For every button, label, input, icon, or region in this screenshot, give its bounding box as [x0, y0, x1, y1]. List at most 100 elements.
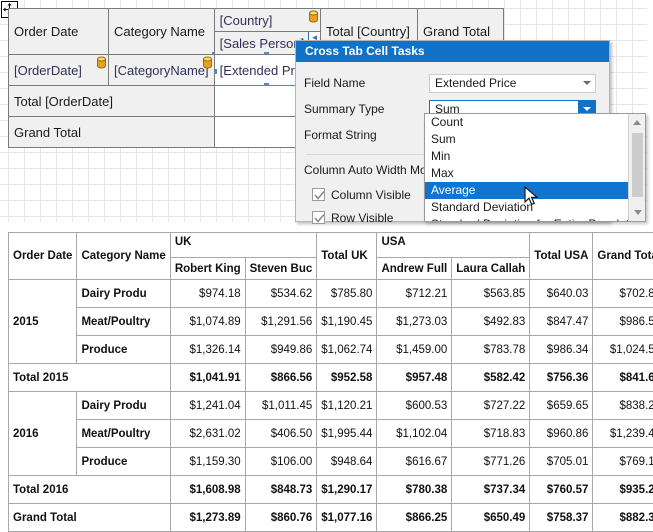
- table-cell-value: $1,077.16: [317, 504, 377, 532]
- table-cell-value: $1,273.89: [170, 504, 245, 532]
- table-cell-value: $492.83: [452, 308, 530, 336]
- table-cell-value: $640.03: [530, 280, 593, 308]
- table-cell-value: $406.50: [245, 420, 317, 448]
- table-cell-value: $1,995.44: [317, 420, 377, 448]
- table-row: 2015Dairy Produ$974.18$534.62$785.80$712…: [9, 280, 653, 308]
- table-cell-value: $1,011.45: [245, 392, 317, 420]
- summary-type-label: Summary Type: [304, 102, 429, 116]
- crosstab-preview-area: Order Date Category Name UK Total UK USA…: [0, 222, 653, 500]
- dropdown-item[interactable]: Min: [425, 148, 628, 165]
- table-cell-value: $1,159.30: [170, 448, 245, 476]
- table-cell-value: $712.21: [377, 280, 452, 308]
- table-cell-value: $974.18: [170, 280, 245, 308]
- table-cell-value: $866.56: [245, 364, 317, 392]
- column-visible-checkbox[interactable]: [312, 188, 325, 201]
- table-cell-value: $1,608.98: [170, 476, 245, 504]
- smart-tag-database-icon[interactable]: [202, 56, 213, 69]
- designer-cell-country-field[interactable]: [Country]: [214, 9, 320, 32]
- row-category-label: Dairy Produ: [77, 392, 170, 420]
- preview-header-row-1: Order Date Category Name UK Total UK USA…: [9, 233, 653, 258]
- table-cell-value: $534.62: [245, 280, 317, 308]
- table-cell-value: $1,120.21: [317, 392, 377, 420]
- row-year-label: 2015: [9, 280, 77, 364]
- field-name-combobox[interactable]: Extended Price: [429, 74, 596, 93]
- field-name-value: Extended Price: [435, 76, 516, 90]
- table-cell-value: $882.35: [593, 504, 653, 532]
- resize-handle[interactable]: [214, 69, 217, 74]
- row-category-label: Produce: [77, 336, 170, 364]
- table-cell-value: $838.23: [593, 392, 653, 420]
- designer-cell-orderdate-field[interactable]: [OrderDate]: [9, 55, 109, 86]
- table-cell-value: $847.47: [530, 308, 593, 336]
- table-cell-value: $1,062.74: [317, 336, 377, 364]
- header-category-name: Category Name: [77, 233, 170, 280]
- table-cell-value: $769.12: [593, 448, 653, 476]
- table-cell-value: $718.83: [452, 420, 530, 448]
- table-cell-value: $1,102.04: [377, 420, 452, 448]
- row-total-label: Grand Total: [9, 504, 171, 532]
- table-cell-value: $785.80: [317, 280, 377, 308]
- table-cell-value: $756.36: [530, 364, 593, 392]
- table-cell-value: $1,190.45: [317, 308, 377, 336]
- row-visible-checkbox[interactable]: [312, 211, 325, 224]
- dropdown-item[interactable]: Max: [425, 165, 628, 182]
- chevron-down-icon[interactable]: [578, 75, 595, 92]
- row-year-label: 2016: [9, 392, 77, 476]
- crosstab-preview-table[interactable]: Order Date Category Name UK Total UK USA…: [8, 232, 653, 532]
- table-cell-value: $1,291.56: [245, 308, 317, 336]
- table-cell-value: $2,631.02: [170, 420, 245, 448]
- smart-tag-database-icon[interactable]: [308, 10, 319, 23]
- format-string-label: Format String: [304, 128, 429, 142]
- designer-cell-order-date-title[interactable]: Order Date: [9, 9, 109, 55]
- dropdown-item[interactable]: Count: [425, 114, 628, 131]
- table-cell-value: $727.22: [452, 392, 530, 420]
- table-cell-value: $866.25: [377, 504, 452, 532]
- table-cell-value: $1,239.40: [593, 420, 653, 448]
- row-visible-label: Row Visible: [331, 211, 393, 225]
- table-cell-value: $650.49: [452, 504, 530, 532]
- smart-tag-database-icon[interactable]: [96, 56, 107, 69]
- table-row: Total 2016$1,608.98$848.73$1,290.17$780.…: [9, 476, 653, 504]
- table-cell-value: $957.48: [377, 364, 452, 392]
- dropdown-item[interactable]: Standard Deviation for Entire Population: [425, 216, 628, 222]
- table-cell-value: $952.58: [317, 364, 377, 392]
- row-category-label: Meat/Poultry: [77, 308, 170, 336]
- table-cell-value: $1,241.04: [170, 392, 245, 420]
- table-cell-value: $935.23: [593, 476, 653, 504]
- designer-cell-categoryname-field[interactable]: [CategoryName]: [109, 55, 215, 86]
- table-cell-value: $758.37: [530, 504, 593, 532]
- scroll-down-icon[interactable]: [629, 204, 646, 221]
- header-total-usa: Total USA: [530, 233, 593, 280]
- row-category-label: Produce: [77, 448, 170, 476]
- dropdown-item[interactable]: Sum: [425, 131, 628, 148]
- table-cell-value: $771.26: [452, 448, 530, 476]
- designer-cell-grand-total-row[interactable]: Grand Total: [9, 117, 215, 148]
- table-cell-value: $1,273.03: [377, 308, 452, 336]
- table-cell-value: $1,290.17: [317, 476, 377, 504]
- header-steven-buc: Steven Buc: [245, 258, 317, 280]
- table-cell-value: $1,459.00: [377, 336, 452, 364]
- designer-cell-total-orderdate[interactable]: Total [OrderDate]: [9, 86, 215, 117]
- table-row: Produce$1,326.14$949.86$1,062.74$1,459.0…: [9, 336, 653, 364]
- table-cell-value: $841.60: [593, 364, 653, 392]
- table-cell-value: $582.42: [452, 364, 530, 392]
- scrollbar-thumb[interactable]: [632, 133, 643, 197]
- table-cell-value: $948.64: [317, 448, 377, 476]
- table-cell-value: $600.53: [377, 392, 452, 420]
- dropdown-scrollbar[interactable]: [628, 114, 645, 221]
- scroll-up-icon[interactable]: [629, 114, 645, 131]
- table-cell-value: $737.34: [452, 476, 530, 504]
- row-total-label: Total 2016: [9, 476, 171, 504]
- table-cell-value: $1,041.91: [170, 364, 245, 392]
- table-cell-value: $986.51: [593, 308, 653, 336]
- header-grand-total: Grand Total: [593, 233, 653, 280]
- table-cell-value: $848.73: [245, 476, 317, 504]
- table-row: Produce$1,159.30$106.00$948.64$616.67$77…: [9, 448, 653, 476]
- table-cell-value: $563.85: [452, 280, 530, 308]
- field-name-row: Field Name Extended Price: [304, 70, 601, 96]
- table-cell-value: $960.86: [530, 420, 593, 448]
- designer-cell-category-name-title[interactable]: Category Name: [109, 9, 215, 55]
- table-cell-value: $106.00: [245, 448, 317, 476]
- header-group-usa: USA: [377, 233, 530, 258]
- designer-scroll-edge: [647, 0, 653, 222]
